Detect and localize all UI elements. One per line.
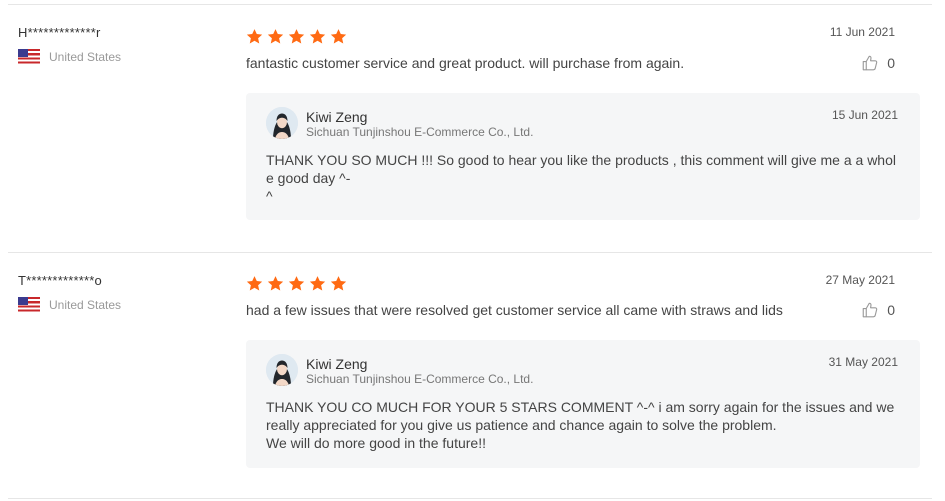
- seller-reply: Kiwi Zeng Sichuan Tunjinshou E-Commerce …: [246, 93, 920, 220]
- seller-company: Sichuan Tunjinshou E-Commerce Co., Ltd.: [306, 372, 534, 386]
- seller-name: Kiwi Zeng: [306, 109, 368, 125]
- helpful-count: 0: [887, 55, 895, 71]
- country-label: United States: [49, 297, 122, 312]
- review-date: 27 May 2021: [825, 273, 895, 287]
- buyer-name: T*************o: [18, 273, 102, 288]
- buyer-country: United States: [18, 49, 121, 64]
- star-icon: [330, 29, 347, 44]
- seller-name: Kiwi Zeng: [306, 356, 368, 372]
- divider: [8, 498, 932, 499]
- reply-text: THANK YOU SO MUCH !!! So good to hear yo…: [266, 152, 896, 204]
- star-icon: [267, 276, 284, 291]
- buyer-country: United States: [18, 297, 121, 312]
- star-icon: [288, 29, 305, 44]
- star-icon: [246, 276, 263, 291]
- reply-date: 31 May 2021: [828, 355, 898, 369]
- helpful-button[interactable]: 0: [861, 301, 895, 319]
- divider: [8, 4, 932, 5]
- star-rating: [246, 28, 347, 45]
- star-icon: [288, 276, 305, 291]
- thumbs-up-icon: [862, 302, 878, 318]
- divider: [8, 252, 932, 253]
- avatar: [266, 354, 298, 386]
- star-icon: [246, 29, 263, 44]
- review-date: 11 Jun 2021: [829, 25, 895, 39]
- buyer-name: H*************r: [18, 25, 101, 40]
- helpful-count: 0: [887, 302, 895, 318]
- us-flag-icon: [18, 49, 40, 64]
- seller-company: Sichuan Tunjinshou E-Commerce Co., Ltd.: [306, 125, 534, 139]
- star-icon: [309, 29, 326, 44]
- star-icon: [330, 276, 347, 291]
- helpful-button[interactable]: 0: [861, 54, 895, 72]
- country-label: United States: [49, 49, 122, 64]
- review-text: fantastic customer service and great pro…: [246, 55, 685, 71]
- star-icon: [309, 276, 326, 291]
- seller-reply: Kiwi Zeng Sichuan Tunjinshou E-Commerce …: [246, 340, 920, 468]
- us-flag-icon: [18, 297, 40, 312]
- reply-date: 15 Jun 2021: [831, 108, 898, 122]
- reply-text: THANK YOU CO MUCH FOR YOUR 5 STARS COMME…: [266, 399, 895, 451]
- star-icon: [267, 29, 284, 44]
- star-rating: [246, 275, 347, 292]
- review-text: had a few issues that were resolved get …: [246, 302, 783, 318]
- avatar: [266, 107, 298, 139]
- thumbs-up-icon: [862, 55, 878, 71]
